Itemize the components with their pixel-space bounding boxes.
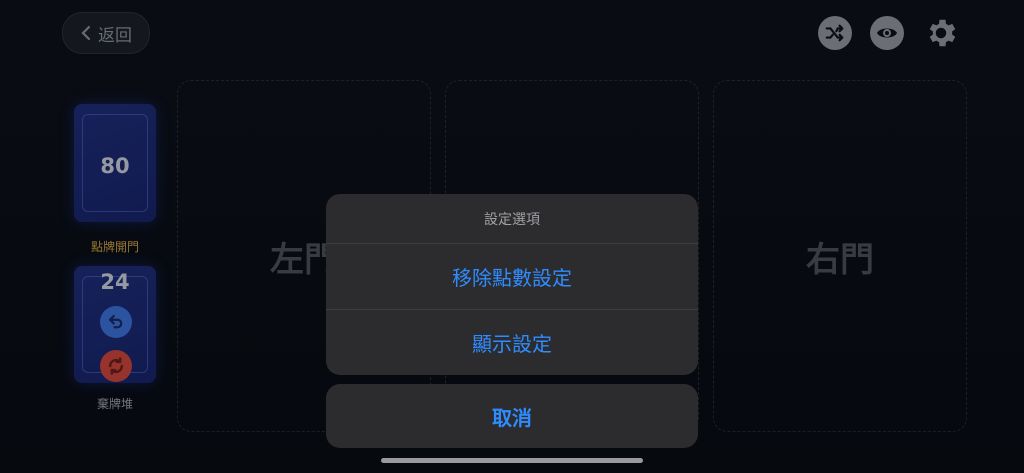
action-sheet: 設定選項 移除點數設定 顯示設定 xyxy=(326,194,698,375)
cancel-button[interactable]: 取消 xyxy=(326,384,698,448)
display-settings-button[interactable]: 顯示設定 xyxy=(326,309,698,375)
home-indicator xyxy=(381,458,643,463)
action-sheet-title: 設定選項 xyxy=(326,194,698,244)
remove-points-setting-button[interactable]: 移除點數設定 xyxy=(326,244,698,309)
